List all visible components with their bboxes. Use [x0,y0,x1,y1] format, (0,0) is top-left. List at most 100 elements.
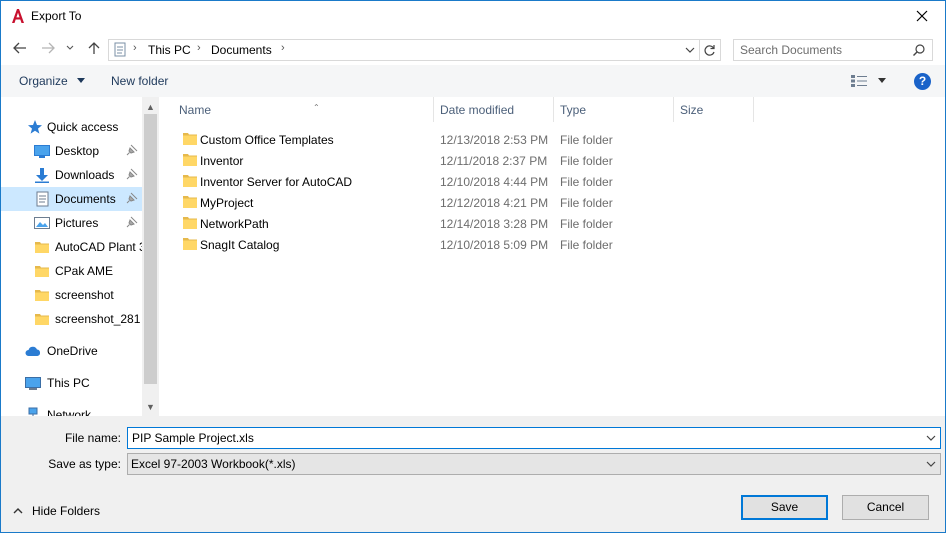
computer-icon [25,377,41,390]
navigation-row: › This PC › Documents › [1,32,945,65]
save-type-value: Excel 97-2003 Workbook(*.xls) [131,457,296,471]
file-name: Inventor [200,154,244,168]
file-date: 12/12/2018 4:21 PM [440,196,549,210]
organize-label: Organize [19,74,68,88]
column-header-name[interactable]: Name ⌃ [173,97,434,122]
cloud-icon [25,346,41,356]
file-type: File folder [560,238,613,252]
pin-icon[interactable] [126,168,138,180]
file-type: File folder [560,196,613,210]
chevron-down-icon [66,45,74,50]
table-row[interactable]: Inventor Server for AutoCAD 12/10/2018 4… [159,171,945,192]
nav-item-label: Documents [55,192,116,206]
file-type: File folder [560,154,613,168]
address-bar[interactable]: › This PC › Documents › [108,39,700,61]
hide-folders-label: Hide Folders [32,504,101,518]
file-type: File folder [560,133,613,147]
nav-item-network[interactable]: Network [1,403,142,416]
breadcrumb-this-pc[interactable]: This PC [148,43,191,57]
export-dialog: Export To › This PC › Documents › Search… [0,0,946,533]
nav-item-this-pc[interactable]: This PC [1,371,142,395]
star-icon [28,120,42,134]
folder-icon [35,290,49,301]
column-header-label: Name [179,103,212,117]
pictures-icon [34,217,50,229]
forward-arrow-icon [42,42,55,54]
autocad-app-icon [11,8,25,24]
title-bar: Export To [1,1,945,32]
nav-item-cpak-ame[interactable]: CPak AME [1,259,142,283]
file-name-label: File name: [64,431,121,445]
address-dropdown-icon[interactable] [684,44,696,56]
nav-item-documents[interactable]: Documents [1,187,142,211]
up-arrow-icon [88,42,100,54]
search-input[interactable] [740,42,910,58]
file-type: File folder [560,217,613,231]
folder-icon [183,238,197,250]
nav-item-pictures[interactable]: Pictures [1,211,142,235]
folder-icon [35,266,49,277]
nav-item-label: Desktop [55,144,100,158]
table-row[interactable]: Custom Office Templates 12/13/2018 2:53 … [159,129,945,150]
nav-item-quick-access[interactable]: Quick access [1,115,142,139]
nav-item-label: Downloads [55,168,115,182]
chevron-down-icon[interactable] [926,433,936,443]
save-button[interactable]: Save [741,495,828,520]
documents-icon [36,191,49,207]
pin-icon[interactable] [126,192,138,204]
nav-item-label: AutoCAD Plant 3 [55,240,142,254]
save-type-select[interactable]: Excel 97-2003 Workbook(*.xls) [127,453,941,475]
save-options-panel: File name: Save as type: Excel 97-2003 W… [1,416,945,532]
refresh-button[interactable] [699,39,721,61]
sort-ascending-icon: ⌃ [313,103,320,112]
nav-item-onedrive[interactable]: OneDrive [1,339,142,363]
file-name-input[interactable] [132,430,912,446]
nav-item-label: Quick access [47,120,119,134]
nav-item-label: screenshot [55,288,114,302]
help-button[interactable]: ? [914,73,931,90]
view-dropdown-icon[interactable] [877,75,887,85]
breadcrumb-documents[interactable]: Documents [211,43,272,57]
folder-icon [183,175,197,187]
table-row[interactable]: MyProject 12/12/2018 4:21 PM File folder [159,192,945,213]
table-row[interactable]: Inventor 12/11/2018 2:37 PM File folder [159,150,945,171]
breadcrumb-separator-icon: › [281,42,285,54]
nav-item-autocad-plant-3[interactable]: AutoCAD Plant 3 [1,235,142,259]
recent-locations-button[interactable] [64,39,76,57]
forward-button[interactable] [39,39,57,57]
file-name-combobox[interactable] [127,427,941,449]
chevron-down-icon [77,78,86,83]
view-options-icon[interactable] [851,75,867,87]
file-list: Name ⌃ Date modified Type Size Custom Of… [159,97,945,416]
back-arrow-icon [13,42,26,54]
column-header-size[interactable]: Size [674,97,754,122]
file-name: MyProject [200,196,254,210]
scroll-up-icon[interactable]: ▲ [145,101,156,112]
nav-item-downloads[interactable]: Downloads [1,163,142,187]
table-row[interactable]: SnagIt Catalog 12/10/2018 5:09 PM File f… [159,234,945,255]
column-header-type[interactable]: Type [554,97,674,122]
file-date: 12/14/2018 3:28 PM [440,217,549,231]
scroll-down-icon[interactable]: ▼ [145,401,156,412]
table-row[interactable]: NetworkPath 12/14/2018 3:28 PM File fold… [159,213,945,234]
save-type-label: Save as type: [48,457,121,471]
up-button[interactable] [85,39,103,57]
nav-item-screenshot[interactable]: screenshot [1,283,142,307]
cancel-button[interactable]: Cancel [842,495,929,520]
pin-icon[interactable] [126,144,138,156]
chevron-down-icon [926,461,936,467]
new-folder-button[interactable]: New folder [111,74,168,88]
folder-icon [183,217,197,229]
organize-button[interactable]: Organize [19,74,86,88]
search-box[interactable] [733,39,933,61]
navigation-scrollbar[interactable]: ▲ ▼ [142,97,159,416]
pin-icon[interactable] [126,216,138,228]
back-button[interactable] [11,39,29,57]
nav-item-desktop[interactable]: Desktop [1,139,142,163]
nav-item-label: screenshot_281 [55,312,141,326]
scrollbar-thumb[interactable] [144,114,157,384]
column-header-date[interactable]: Date modified [434,97,554,122]
close-button[interactable] [899,1,945,31]
help-icon: ? [918,74,927,88]
nav-item-screenshot-281[interactable]: screenshot_281 [1,307,142,331]
